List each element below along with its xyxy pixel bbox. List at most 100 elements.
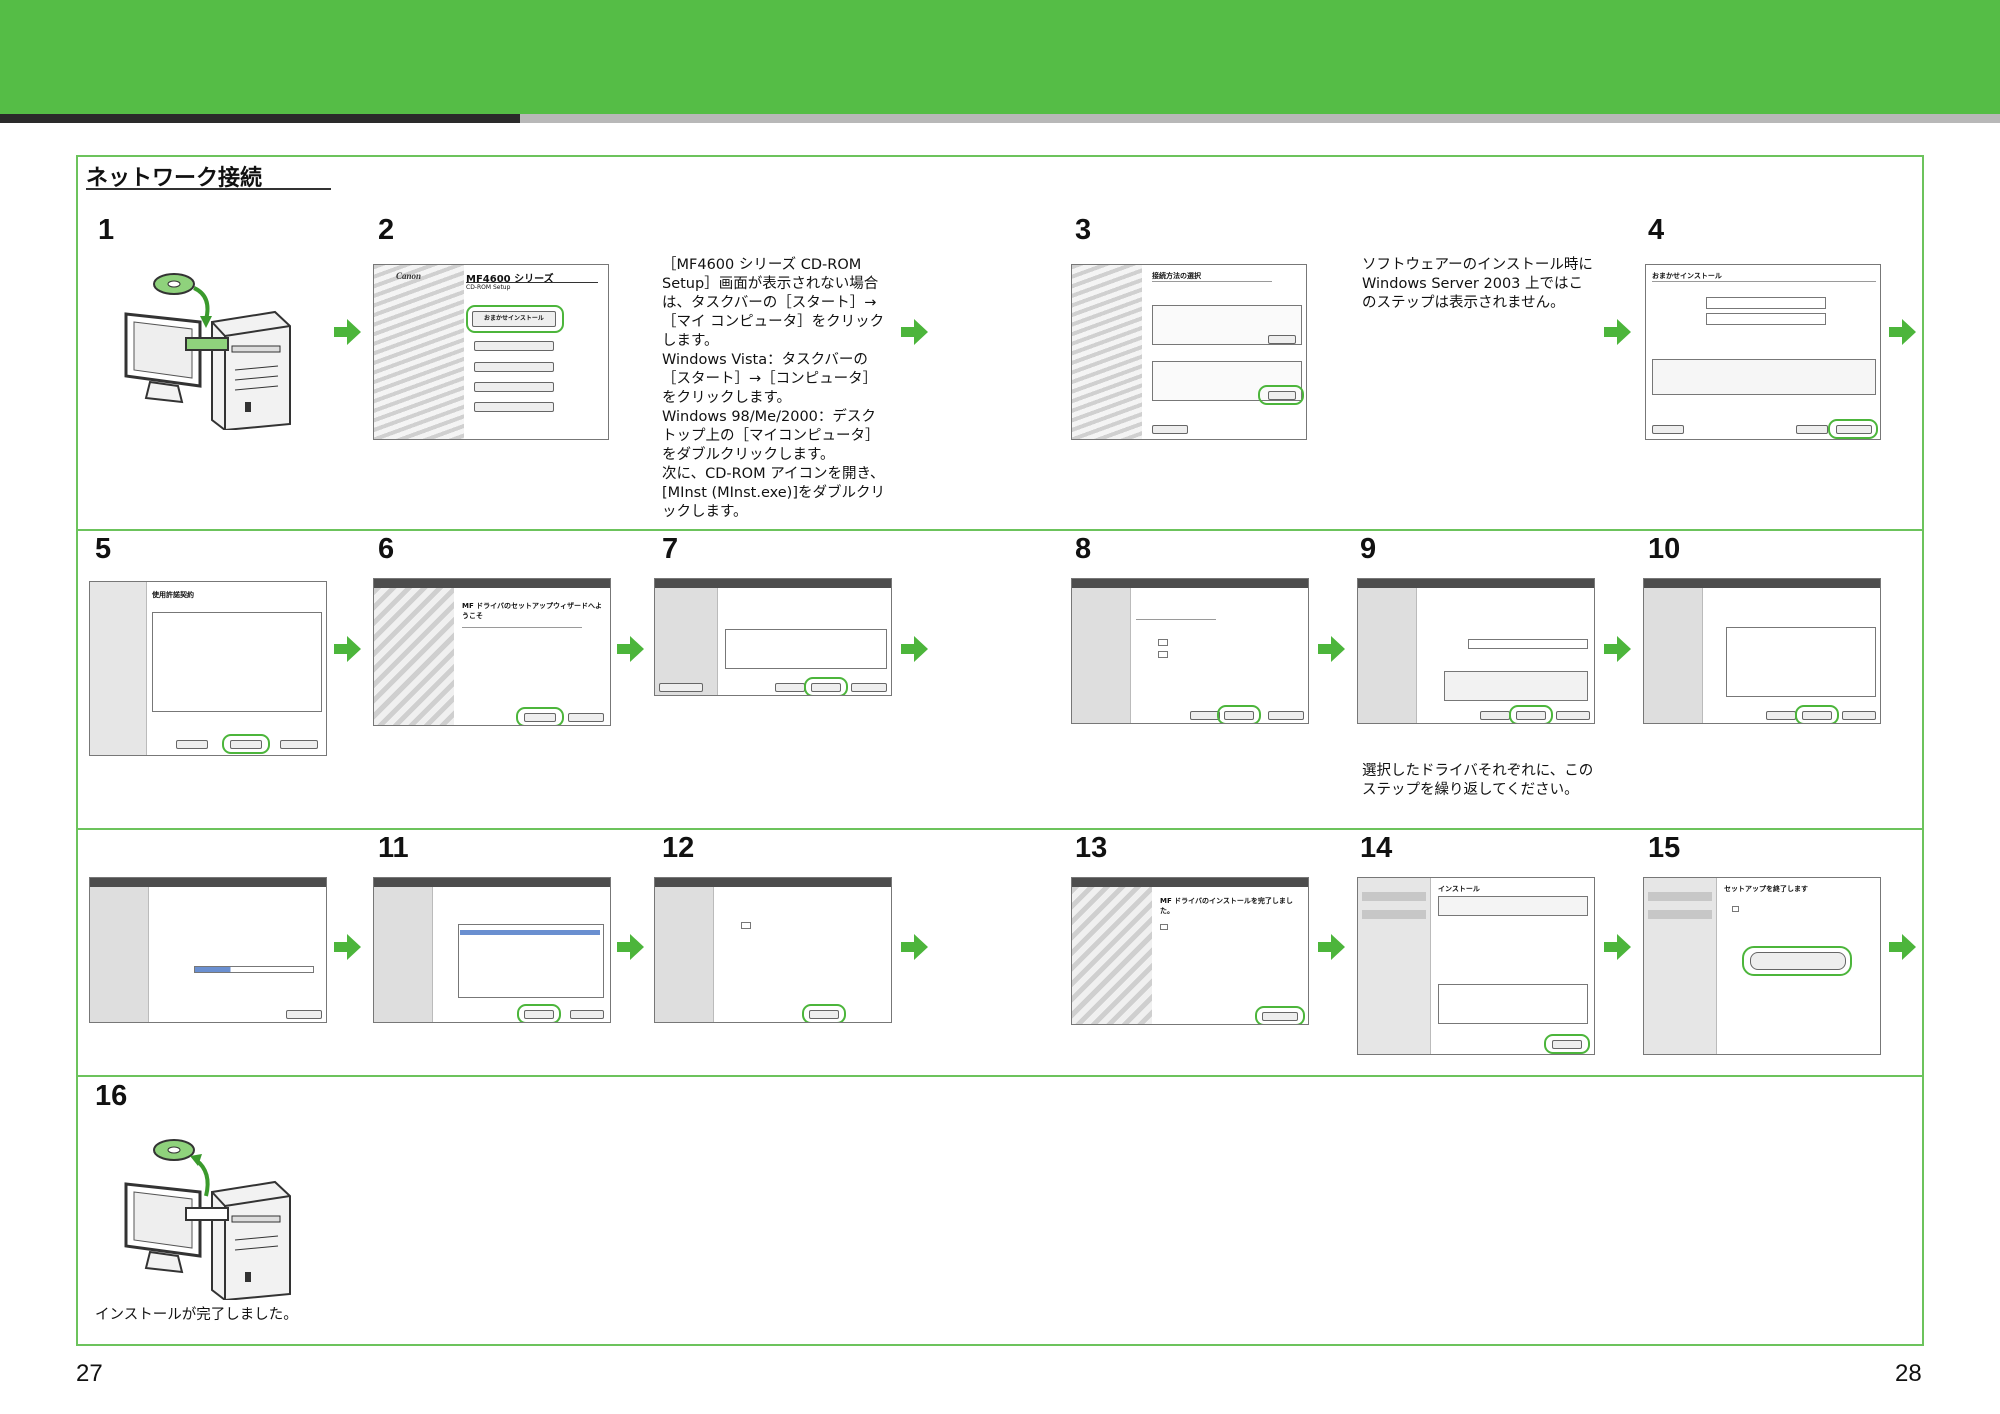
highlight-ring: [1828, 419, 1878, 439]
screenshot-shared-printer: [373, 877, 611, 1023]
page-number-right: 28: [1895, 1360, 1922, 1387]
install-title: インストール: [1438, 885, 1480, 893]
highlight-ring: [804, 677, 848, 695]
printer-name-field[interactable]: [1468, 639, 1588, 649]
screenshot-test-page: [654, 877, 892, 1023]
next-button[interactable]: [1268, 335, 1296, 344]
arrow-right-icon: [1604, 636, 1631, 662]
checkbox[interactable]: [1160, 924, 1168, 930]
checkbox[interactable]: [1158, 651, 1168, 658]
screenshot-license: 使用許諾契約: [89, 581, 327, 756]
setup-end-title: セットアップを終了します: [1724, 885, 1808, 893]
screenshot-setup-end: セットアップを終了します: [1643, 877, 1881, 1055]
highlight-ring: [1255, 1006, 1305, 1024]
highlight-ring: [1544, 1034, 1590, 1054]
cancel-button[interactable]: [286, 1010, 322, 1019]
arrow-right-icon: [1604, 934, 1631, 960]
cancel-button[interactable]: [1652, 425, 1684, 434]
step-number: 9: [1360, 533, 1377, 565]
canon-logo: Canon: [396, 271, 422, 281]
manual-button[interactable]: [474, 382, 554, 392]
arrow-right-icon: [901, 636, 928, 662]
screenshot-printer-select: [1071, 578, 1309, 724]
screenshot-installing: [89, 877, 327, 1023]
screenshot-port-setup: [654, 578, 892, 696]
step-number: 2: [378, 214, 395, 246]
license-text-box: [152, 612, 322, 712]
step-number: 10: [1648, 533, 1681, 565]
step-number: 4: [1648, 214, 1665, 246]
checkbox[interactable]: [741, 922, 751, 929]
restart-checkbox[interactable]: [1732, 906, 1739, 912]
highlight-ring: [1509, 705, 1553, 723]
highlight-ring: [466, 305, 564, 333]
wizard-welcome-title: MF ドライバのセットアップウィザードへようこそ: [462, 602, 603, 620]
screenshot-install-start: [1643, 578, 1881, 724]
custom-install-button[interactable]: [474, 341, 554, 351]
step-number: 1: [98, 214, 115, 246]
back-button[interactable]: [775, 683, 805, 692]
arrow-right-icon: [334, 319, 361, 345]
highlight-ring: [222, 734, 270, 754]
printer-list: [458, 924, 604, 998]
screenshot-connection-method: 接続方法の選択: [1071, 264, 1307, 440]
step-number: 13: [1075, 832, 1108, 864]
checkbox[interactable]: [1158, 639, 1168, 646]
step-number: 8: [1075, 533, 1092, 565]
arrow-right-icon: [1889, 319, 1916, 345]
read-me-button[interactable]: [474, 362, 554, 372]
selected-row: [460, 930, 600, 935]
arrow-right-icon: [617, 934, 644, 960]
arrow-right-icon: [1318, 934, 1345, 960]
header-rule-dark: [0, 114, 520, 123]
step-number: 12: [662, 832, 695, 864]
arrow-right-icon: [901, 934, 928, 960]
highlight-ring: [1258, 385, 1304, 405]
screenshot-wizard-welcome: MF ドライバのセットアップウィザードへようこそ: [373, 578, 611, 726]
back-button[interactable]: [176, 740, 208, 749]
step-number: 11: [378, 832, 409, 864]
step16-note: インストールが完了しました。: [95, 1307, 298, 1323]
arrow-right-icon: [1604, 319, 1631, 345]
row-divider: [76, 1075, 1924, 1077]
step9-note: 選択したドライバそれぞれに、このステップを繰り返してください。: [1362, 763, 1594, 798]
step3-note: ソフトウェアーのインストール時に Windows Server 2003 上では…: [1362, 257, 1593, 311]
back-button[interactable]: [1796, 425, 1828, 434]
screenshot-settings-confirm: [1357, 578, 1595, 724]
step-number: 7: [662, 533, 679, 565]
help-button[interactable]: [659, 683, 703, 692]
highlight-ring: [1217, 705, 1261, 723]
screenshot-cd-setup: Canon MF4600 シリーズ CD-ROM Setup おまかせインストー…: [373, 264, 609, 440]
screenshot-install-complete: MF ドライバのインストールを完了しました。: [1071, 877, 1309, 1025]
back-button[interactable]: [1190, 711, 1220, 720]
exit-button[interactable]: [474, 402, 554, 412]
cancel-button[interactable]: [851, 683, 887, 692]
step2-note: ［MF4600 シリーズ CD-ROM Setup］画面が表示されない場合は、タ…: [662, 257, 886, 520]
step-number: 5: [95, 533, 112, 565]
highlight-ring: [802, 1004, 846, 1022]
cancel-button[interactable]: [1556, 711, 1590, 720]
no-button[interactable]: [280, 740, 318, 749]
connection-title: 接続方法の選択: [1152, 272, 1201, 280]
progress-bar: [194, 966, 314, 973]
page-number-left: 27: [76, 1360, 103, 1387]
arrow-right-icon: [901, 319, 928, 345]
step-number: 14: [1360, 832, 1393, 864]
cancel-button[interactable]: [1842, 711, 1876, 720]
description-box: [1652, 359, 1876, 395]
skip-button[interactable]: [570, 1010, 604, 1019]
back-button[interactable]: [1480, 711, 1510, 720]
screenshot-install-finished: インストール: [1357, 877, 1595, 1055]
arrow-right-icon: [1889, 934, 1916, 960]
complete-title: MF ドライバのインストールを完了しました。: [1160, 897, 1293, 915]
highlight-ring: [1795, 705, 1839, 723]
highlight-ring: [517, 1004, 561, 1022]
cancel-button[interactable]: [1152, 425, 1188, 434]
cancel-button[interactable]: [1268, 711, 1304, 720]
step-number: 6: [378, 533, 395, 565]
arrow-right-icon: [1318, 636, 1345, 662]
cancel-button[interactable]: [568, 713, 604, 722]
computer-icon: [124, 1139, 291, 1300]
license-title: 使用許諾契約: [152, 591, 194, 599]
back-button[interactable]: [1766, 711, 1796, 720]
